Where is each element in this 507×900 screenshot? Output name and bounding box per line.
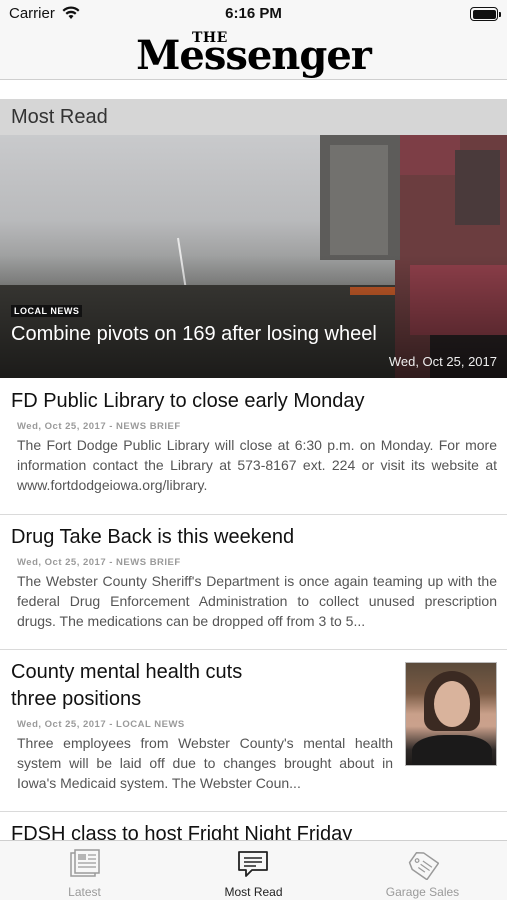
article-title[interactable]: FD Public Library to close early Monday <box>11 388 364 415</box>
article-title-line[interactable]: three positions <box>11 686 141 713</box>
article-summary: Three employees from Webster County's me… <box>17 735 393 791</box>
status-bar: Carrier 6:16 PM <box>0 0 507 28</box>
logo-name: Messenger <box>136 32 372 79</box>
thumbnail-body <box>412 735 492 765</box>
article-meta: Wed, Oct 25, 2017 - LOCAL NEWS <box>17 719 185 730</box>
message-icon <box>238 851 268 877</box>
tab-garage-sales[interactable]: Garage Sales <box>338 841 507 900</box>
article-list[interactable]: Most Read LOCAL NEWS Combine pivots on 1… <box>0 81 507 840</box>
sale-tag-icon <box>408 852 439 880</box>
article-meta: Wed, Oct 25, 2017 - NEWS BRIEF <box>17 557 181 568</box>
section-header: Most Read <box>0 99 507 135</box>
article-item[interactable]: County mental health cuts three position… <box>0 650 507 812</box>
tab-label: Garage Sales <box>385 885 460 899</box>
article-summary: The Fort Dodge Public Library will close… <box>17 437 497 493</box>
article-title-line[interactable]: County mental health cuts <box>11 659 242 686</box>
article-title[interactable]: FDSH class to host Fright Night Friday <box>11 821 352 840</box>
hero-article[interactable]: LOCAL NEWS Combine pivots on 169 after l… <box>0 135 507 378</box>
tab-label: Most Read <box>224 885 283 899</box>
section-title: Most Read <box>11 106 108 128</box>
article-item[interactable]: FDSH class to host Fright Night Friday <box>0 812 507 840</box>
tab-latest[interactable]: Latest <box>0 841 169 900</box>
article-item[interactable]: FD Public Library to close early Monday … <box>0 378 507 515</box>
thumbnail-face <box>434 681 470 727</box>
article-item[interactable]: Drug Take Back is this weekend Wed, Oct … <box>0 515 507 650</box>
hero-title[interactable]: Combine pivots on 169 after losing wheel <box>11 323 377 346</box>
article-summary: The Webster County Sheriff's Department … <box>17 573 497 629</box>
article-title[interactable]: Drug Take Back is this weekend <box>11 524 294 551</box>
status-time: 6:16 PM <box>225 5 282 22</box>
newspaper-icon <box>70 849 100 877</box>
hero-date: Wed, Oct 25, 2017 <box>388 354 497 369</box>
article-thumbnail[interactable] <box>405 662 497 766</box>
hero-category-tag: LOCAL NEWS <box>11 305 83 317</box>
tab-label: Latest <box>68 885 101 899</box>
battery-icon <box>470 7 501 21</box>
app-header: THE Messenger <box>0 28 507 80</box>
tab-most-read[interactable]: Most Read <box>169 841 338 900</box>
tab-bar: Latest Most Read Garage Sales <box>0 840 507 900</box>
article-meta: Wed, Oct 25, 2017 - NEWS BRIEF <box>17 421 181 432</box>
